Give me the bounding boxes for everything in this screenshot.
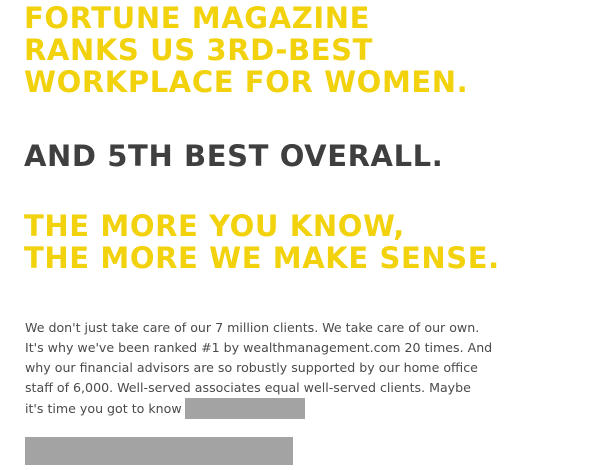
headline-line: THE MORE YOU KNOW, xyxy=(24,209,405,243)
headline-line: AND 5TH BEST OVERALL. xyxy=(24,139,444,173)
headline-workplace-ranking: FORTUNE MAGAZINE RANKS US 3RD-BEST WORKP… xyxy=(24,2,468,98)
body-line: We don't just take care of our 7 million… xyxy=(25,320,480,335)
body-line-text: it's time you got to know xyxy=(25,401,182,416)
redacted-company-name xyxy=(184,398,305,419)
headline-line: FORTUNE MAGAZINE xyxy=(24,1,371,35)
body-copy: We don't just take care of our 7 million… xyxy=(25,318,585,419)
headline-line: THE MORE WE MAKE SENSE. xyxy=(24,241,500,275)
body-line: It's why we've been ranked #1 by wealthm… xyxy=(25,340,493,355)
headline-tagline: THE MORE YOU KNOW, THE MORE WE MAKE SENS… xyxy=(24,210,500,274)
body-line-last: it's time you got to know xyxy=(25,398,585,419)
redacted-logo-block xyxy=(25,437,293,465)
headline-line: WORKPLACE FOR WOMEN. xyxy=(24,65,469,99)
body-line: staff of 6,000. Well-served associates e… xyxy=(25,380,471,395)
headline-best-overall: AND 5TH BEST OVERALL. xyxy=(24,140,443,172)
headline-line: RANKS US 3RD-BEST xyxy=(24,33,373,67)
body-line: why our financial advisors are so robust… xyxy=(25,360,478,375)
